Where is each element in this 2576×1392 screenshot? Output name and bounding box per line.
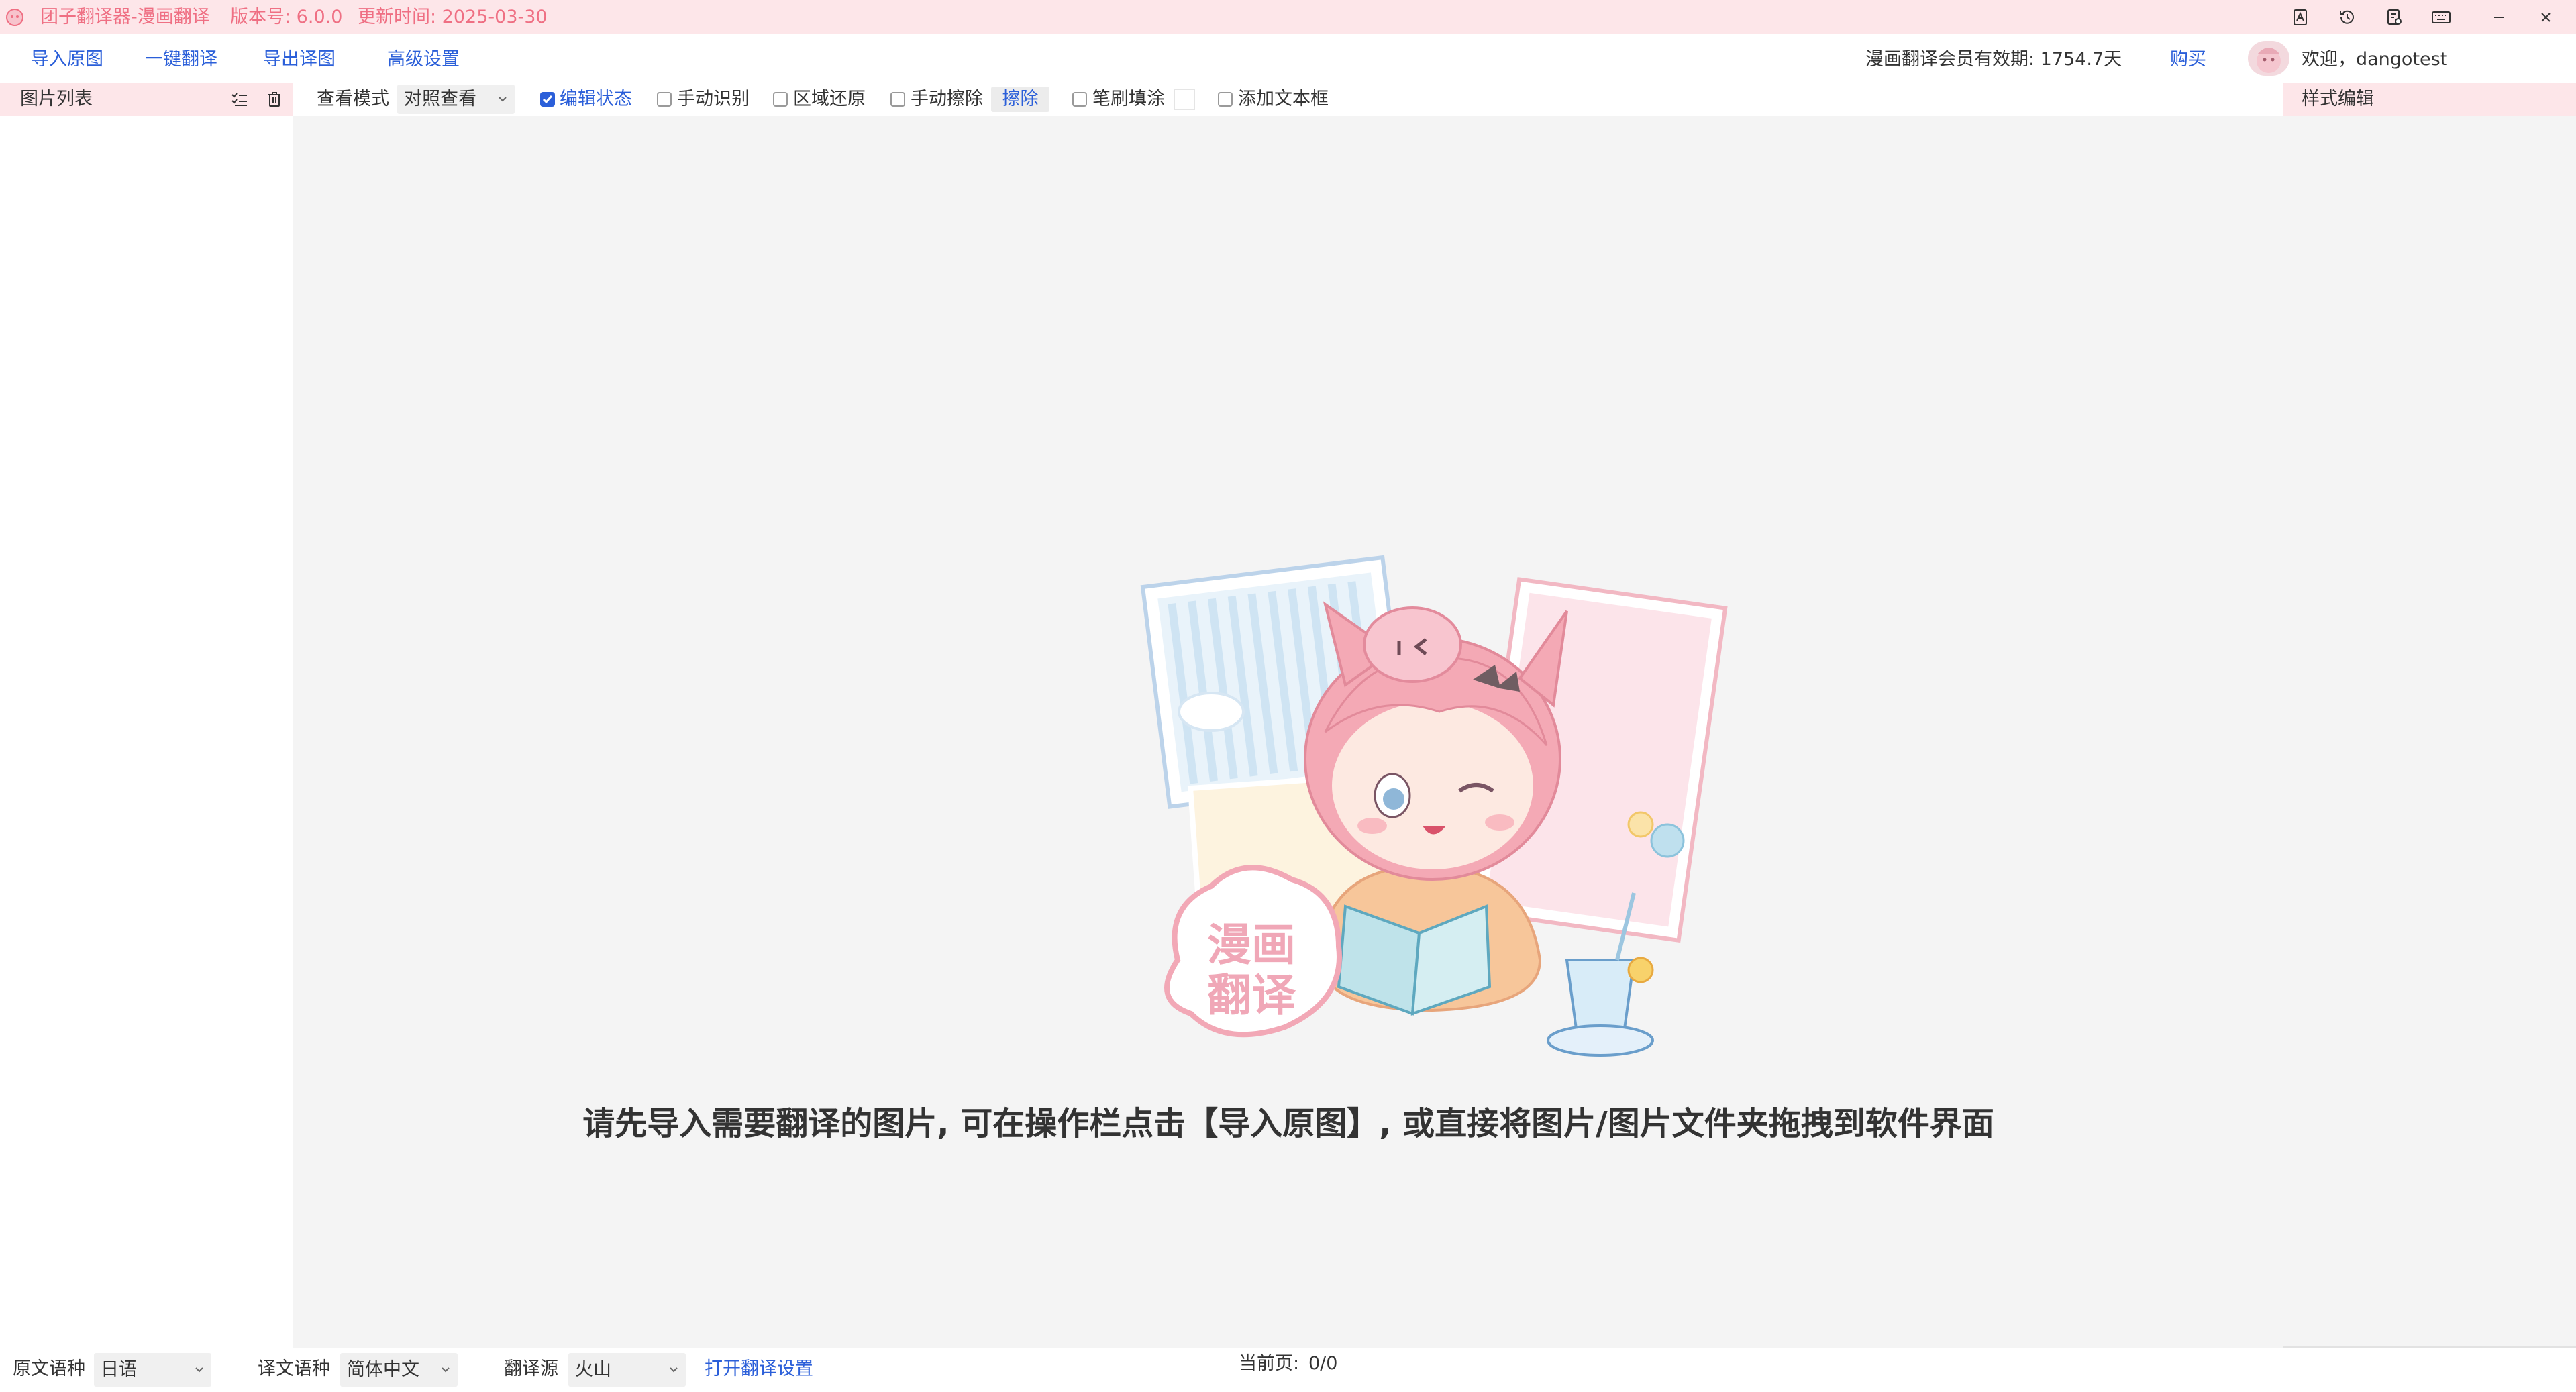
close-icon[interactable] [2522,0,2569,34]
welcome-text: 欢迎，dangotest [2302,49,2448,70]
translation-engine-value: 火山 [575,1359,611,1380]
bottom-bar: 原文语种 日语 译文语种 简体中文 翻译源 火山 打开翻译设置 当前页: 0/0 [0,1348,2576,1392]
check-icon [542,95,553,104]
export-translation-button[interactable]: 导出译图 [263,46,336,73]
view-mode-label: 查看模式 [317,89,389,109]
empty-state-message: 请先导入需要翻译的图片, 可在操作栏点击【导入原图】, 或直接将图片/图片文件夹… [582,1105,1994,1142]
target-language-select[interactable]: 简体中文 [340,1353,458,1387]
target-language-label: 译文语种 [258,1358,330,1379]
region-restore-label[interactable]: 区域还原 [793,86,866,113]
brush-fill-checkbox[interactable] [1072,92,1087,107]
view-mode-value: 对照查看 [404,89,476,109]
edit-state-label[interactable]: 编辑状态 [560,86,632,113]
brush-fill-label[interactable]: 笔刷填涂 [1092,86,1165,113]
view-mode-select[interactable]: 对照查看 [397,85,515,114]
translation-engine-label: 翻译源 [504,1358,558,1379]
badge-text-line1: 漫画 [1207,919,1296,971]
manual-erase-checkbox[interactable] [890,92,905,107]
style-edit-title: 样式编辑 [2302,89,2374,109]
add-textbox-checkbox[interactable] [1218,92,1233,107]
buy-button[interactable]: 购买 [2170,46,2206,73]
style-edit-header: 样式编辑 [2283,83,2576,116]
current-page-value: 0/0 [1308,1353,1338,1374]
style-edit-panel [2283,116,2576,1348]
image-list-panel[interactable] [0,116,293,1348]
membership-status: 漫画翻译会员有效期: 1754.7天 [1865,49,2122,70]
manual-erase-label[interactable]: 手动擦除 [911,86,983,113]
brush-color-swatch[interactable] [1174,89,1195,110]
chevron-down-icon [195,1367,203,1373]
translation-engine-select[interactable]: 火山 [568,1353,686,1387]
title-bar: 团子翻译器-漫画翻译 版本号: 6.0.0 更新时间: 2025-03-30 [0,0,2576,34]
badge-text-line2: 翻译 [1207,969,1296,1021]
version-label: 版本号: 6.0.0 [230,7,343,28]
source-language-select[interactable]: 日语 [94,1353,211,1387]
app-title: 团子翻译器-漫画翻译 [40,7,210,28]
one-click-translate-button[interactable]: 一键翻译 [145,46,217,73]
source-language-label: 原文语种 [13,1358,85,1379]
image-list-title: 图片列表 [20,89,93,109]
advanced-settings-button[interactable]: 高级设置 [387,46,460,73]
canvas-area[interactable]: 漫画 翻译 [293,116,2283,1348]
keyboard-icon[interactable] [2418,0,2465,34]
edit-toolbar: 查看模式 对照查看 编辑状态 手动识别 区域还原 手动擦除 擦除 笔刷填涂 添加… [293,83,2283,116]
source-language-value: 日语 [101,1359,137,1380]
trash-icon[interactable] [266,91,282,108]
app-logo-icon [6,9,23,26]
manual-detect-checkbox[interactable] [657,92,672,107]
import-original-button[interactable]: 导入原图 [31,46,103,73]
open-translation-settings-link[interactable]: 打开翻译设置 [705,1356,813,1383]
erase-button-label: 擦除 [1002,89,1039,109]
target-language-value: 简体中文 [347,1359,419,1380]
chevron-down-icon [442,1367,450,1373]
manual-icon[interactable] [2277,0,2324,34]
add-textbox-label[interactable]: 添加文本框 [1238,86,1329,113]
edit-state-checkbox[interactable] [540,92,555,107]
minimize-icon[interactable] [2475,0,2522,34]
manual-detect-label[interactable]: 手动识别 [677,86,750,113]
erase-button[interactable]: 擦除 [991,87,1049,112]
document-settings-icon[interactable] [2371,0,2418,34]
image-list-header: 图片列表 [0,83,293,116]
update-time-label: 更新时间: 2025-03-30 [358,7,548,28]
checklist-icon[interactable] [231,91,248,107]
history-icon[interactable] [2324,0,2371,34]
chevron-down-icon [499,97,507,102]
empty-state-illustration: 漫画 翻译 [1140,555,1728,1057]
avatar[interactable] [2248,41,2289,76]
chevron-down-icon [670,1367,678,1373]
region-restore-checkbox[interactable] [773,92,788,107]
current-page-label: 当前页: [1239,1353,1300,1374]
menu-bar: 导入原图 一键翻译 导出译图 高级设置 漫画翻译会员有效期: 1754.7天 购… [0,34,2576,83]
